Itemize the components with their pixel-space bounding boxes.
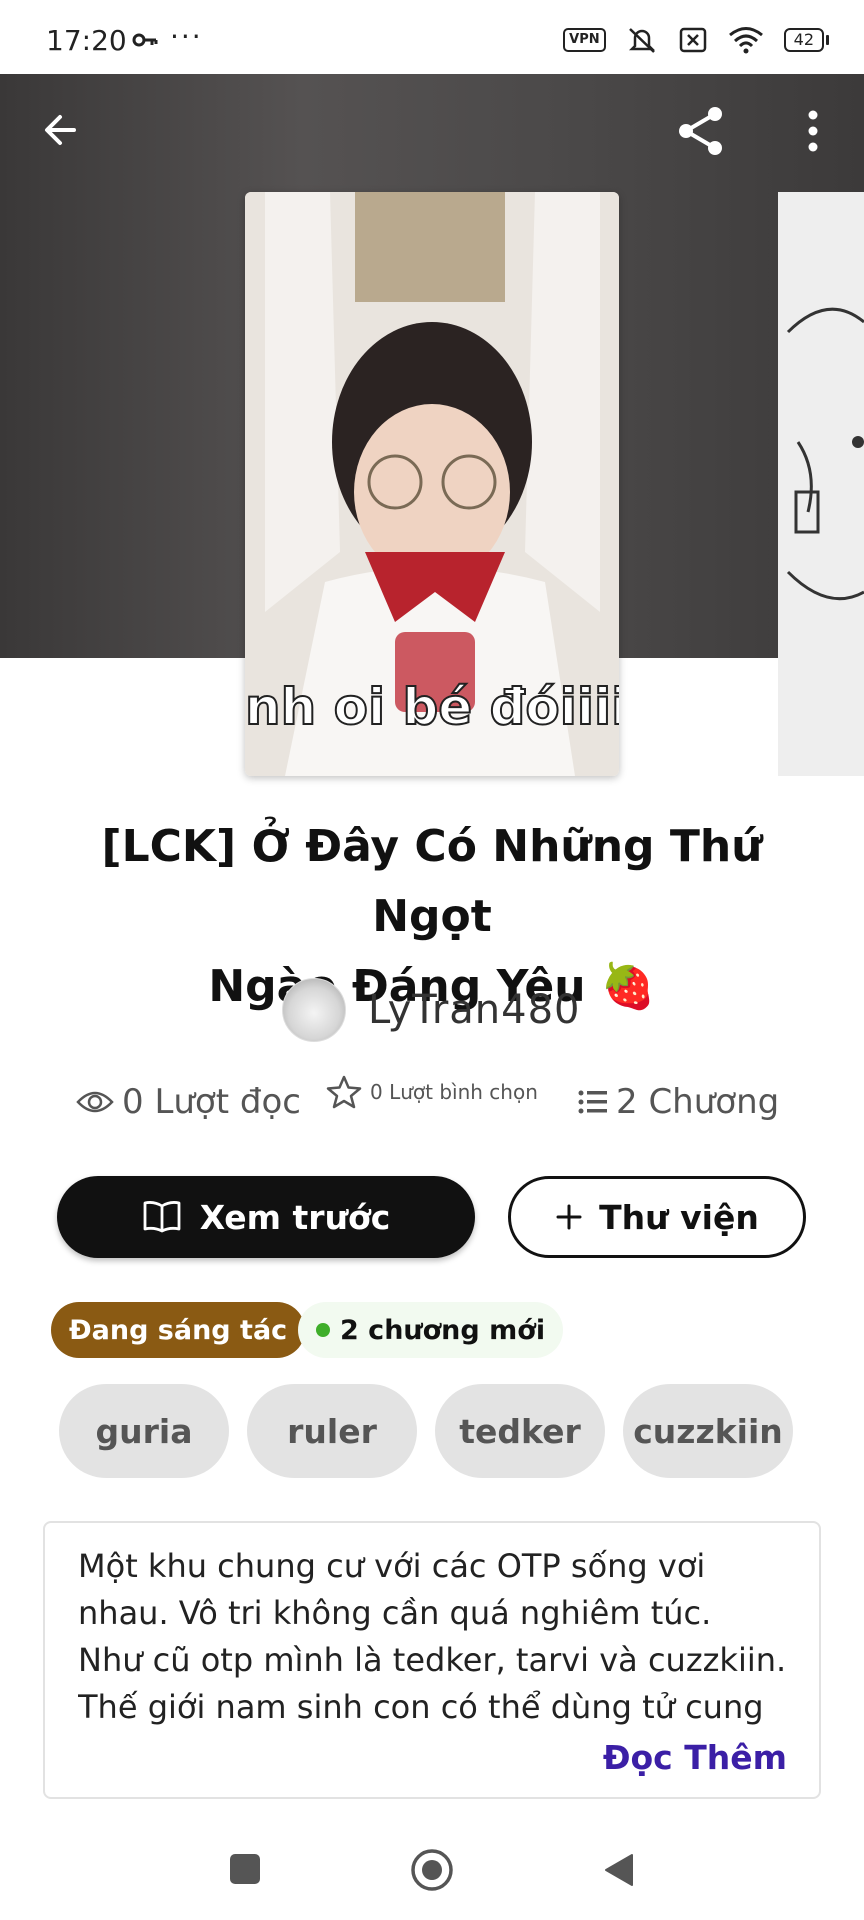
preview-button-label: Xem trước: [199, 1197, 391, 1237]
description-line: Như cũ otp mình là tedker, tarvi và cuzz…: [78, 1641, 787, 1679]
vpn-icon: VPN: [563, 28, 606, 52]
description-line: Một khu chung cư với các OTP sống vơi: [78, 1547, 706, 1585]
triangle-back-icon: [605, 1854, 633, 1886]
system-navigation-bar: [0, 1830, 864, 1920]
story-cover-image[interactable]: nh oi bé đóiiiiiiiiii: [245, 192, 619, 776]
open-book-icon: [143, 1201, 181, 1233]
story-title-line-1: [LCK] Ở Đây Có Những Thứ Ngọt: [101, 821, 763, 942]
sketch-illustration: [778, 192, 864, 776]
list-icon: [578, 1090, 607, 1114]
read-more-link[interactable]: Đọc Thêm: [603, 1738, 787, 1777]
more-options-button[interactable]: [796, 108, 830, 158]
star-icon: [326, 1075, 362, 1109]
status-badge-label: Đang sáng tác: [69, 1314, 288, 1346]
author-name: LyTran480: [368, 987, 581, 1033]
mute-icon: [628, 28, 655, 53]
key-icon: [132, 33, 158, 47]
tag-list: guria ruler tedker cuzzkiin: [59, 1384, 793, 1478]
arrow-left-icon: [45, 115, 76, 145]
tag-chip[interactable]: cuzzkiin: [623, 1384, 793, 1478]
votes-count: 0 Lượt bình chọn: [370, 1080, 538, 1104]
home-button[interactable]: [410, 1848, 454, 1896]
back-nav-button[interactable]: [602, 1852, 636, 1892]
preview-button[interactable]: Xem trước: [57, 1176, 475, 1258]
reads-stat: 0 Lượt đọc: [76, 1082, 301, 1122]
new-chapters-label: 2 chương mới: [340, 1314, 546, 1346]
square-icon: [230, 1854, 260, 1884]
library-button-label: Thư viện: [599, 1197, 759, 1237]
status-bar: 17:20 ··· VPN 42: [0, 0, 864, 74]
author-link[interactable]: LyTran480: [282, 978, 581, 1042]
description-line: nhau. Vô tri không cần quá nghiêm túc.: [78, 1594, 712, 1632]
status-time: 17:20: [46, 24, 127, 57]
wifi-icon: [728, 27, 763, 54]
description-text: Một khu chung cư với các OTP sống vơi nh…: [78, 1543, 789, 1731]
no-sim-icon: [679, 27, 706, 53]
cover-caption: nh oi bé đóiiiiiiiiii: [245, 678, 619, 736]
recent-apps-button[interactable]: [228, 1852, 262, 1890]
tag-chip[interactable]: ruler: [247, 1384, 417, 1478]
more-vertical-icon: [808, 110, 818, 152]
more-notifications-icon: ···: [170, 20, 203, 53]
back-button[interactable]: [40, 110, 80, 154]
avatar: [282, 978, 346, 1042]
plus-icon: [556, 1204, 582, 1230]
battery-icon: 42: [783, 28, 830, 52]
home-circle-icon: [411, 1849, 453, 1891]
eye-icon: [76, 1091, 114, 1113]
tag-chip[interactable]: guria: [59, 1384, 229, 1478]
story-stats: 0 Lượt đọc 0 Lượt bình chọn 2 Chương: [76, 1075, 796, 1136]
add-to-library-button[interactable]: Thư viện: [508, 1176, 806, 1258]
description-line: Thế giới nam sinh con có thể dùng tử cun…: [78, 1688, 764, 1726]
share-button[interactable]: [674, 104, 728, 162]
tag-chip[interactable]: tedker: [435, 1384, 605, 1478]
new-chapters-badge: 2 chương mới: [298, 1302, 564, 1358]
chapters-stat[interactable]: 2 Chương: [578, 1082, 779, 1122]
new-indicator-dot: [316, 1323, 330, 1337]
chapters-count: 2 Chương: [616, 1082, 780, 1122]
votes-stat: 0 Lượt bình chọn: [326, 1074, 538, 1110]
second-cover-thumbnail[interactable]: [778, 192, 864, 776]
reads-count: 0 Lượt đọc: [122, 1082, 301, 1122]
share-icon: [679, 107, 722, 155]
status-badge: Đang sáng tác: [51, 1302, 306, 1358]
story-description: Một khu chung cư với các OTP sống vơi nh…: [43, 1521, 821, 1799]
